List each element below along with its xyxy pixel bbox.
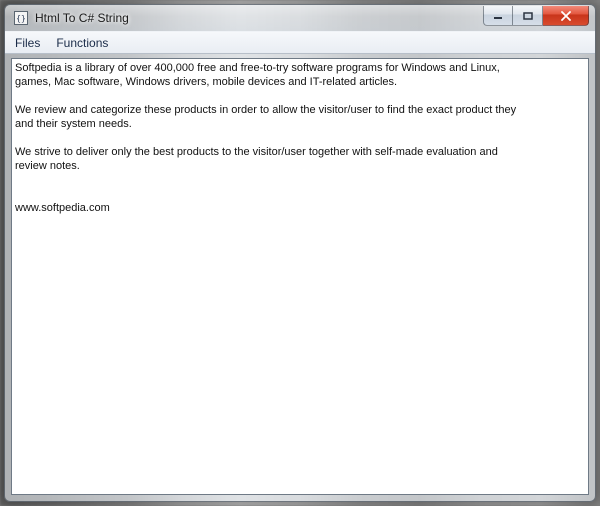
titlebar[interactable]: {} Html To C# String — [5, 5, 595, 31]
editor-textarea[interactable] — [12, 59, 588, 494]
caption-buttons — [483, 6, 589, 26]
svg-text:{}: {} — [16, 14, 26, 23]
window-title: Html To C# String — [35, 11, 129, 25]
menubar: Files Functions — [5, 31, 595, 54]
editor-frame — [11, 58, 589, 495]
app-icon: {} — [13, 10, 29, 26]
minimize-button[interactable] — [483, 6, 513, 26]
menu-item-files[interactable]: Files — [7, 32, 48, 53]
maximize-button[interactable] — [513, 6, 543, 26]
menu-item-functions[interactable]: Functions — [48, 32, 116, 53]
app-window: {} Html To C# String Files Functions — [4, 4, 596, 502]
close-button[interactable] — [543, 6, 589, 26]
